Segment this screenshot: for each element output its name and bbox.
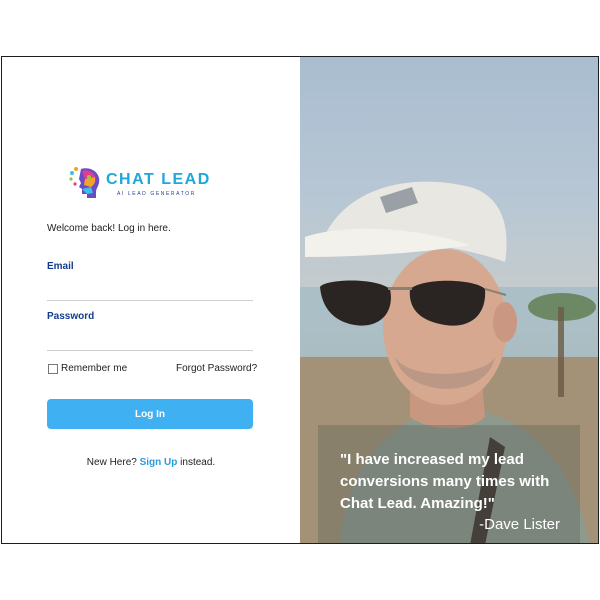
forgot-password-link[interactable]: Forgot Password?: [176, 363, 257, 374]
signup-link[interactable]: Sign Up: [140, 457, 178, 468]
brain-head-icon: [69, 167, 100, 198]
remember-checkbox[interactable]: [48, 363, 58, 374]
logo-title: CHAT LEAD: [106, 171, 211, 188]
signup-prompt: New Here? Sign Up instead.: [2, 457, 300, 468]
testimonial-panel: "I have increased my lead conversions ma…: [300, 57, 598, 543]
page-frame: CHAT LEAD AI LEAD GENERATOR Welcome back…: [1, 56, 599, 544]
email-label: Email: [47, 261, 74, 272]
email-field[interactable]: [47, 278, 253, 301]
password-field[interactable]: [47, 328, 253, 351]
logo-subtitle: AI LEAD GENERATOR: [117, 191, 196, 197]
login-button[interactable]: Log In: [47, 399, 253, 429]
signup-suffix: instead.: [180, 457, 216, 468]
testimonial-author: -Dave Lister: [479, 516, 560, 533]
password-label: Password: [47, 311, 95, 322]
welcome-text: Welcome back! Log in here.: [47, 223, 171, 234]
chat-lead-logo: CHAT LEAD AI LEAD GENERATOR: [69, 165, 229, 201]
remember-me[interactable]: Remember me: [48, 363, 127, 374]
signup-prefix: New Here?: [86, 457, 137, 468]
login-panel: CHAT LEAD AI LEAD GENERATOR Welcome back…: [2, 57, 300, 543]
testimonial-quote: "I have increased my lead conversions ma…: [340, 451, 550, 512]
remember-label: Remember me: [61, 363, 128, 374]
